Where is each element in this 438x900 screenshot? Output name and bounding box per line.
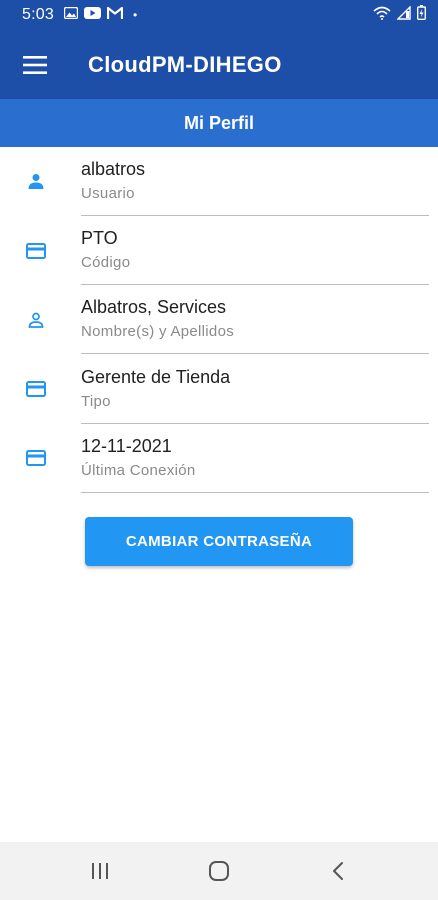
recents-icon[interactable] [70, 842, 130, 900]
field-content: albatros Usuario [81, 147, 429, 216]
field-label: Última Conexión [81, 462, 196, 479]
app-title: CloudPM-DIHEGO [88, 51, 282, 77]
field-label: Tipo [81, 393, 111, 410]
home-icon[interactable] [189, 842, 249, 900]
field-usuario: albatros Usuario [0, 147, 438, 216]
field-nombre: Albatros, Services Nombre(s) y Apellidos [0, 285, 438, 354]
notification-dot: • [132, 8, 138, 22]
card-icon [24, 377, 48, 401]
field-ultima-conexion: 12-11-2021 Última Conexión [0, 424, 438, 493]
card-icon [24, 239, 48, 263]
status-bar: 5:03 • [0, 0, 438, 30]
field-content: 12-11-2021 Última Conexión [81, 424, 429, 493]
system-nav-bar [0, 842, 438, 900]
page-header: Mi Perfil [0, 99, 438, 147]
field-codigo: PTO Código [0, 216, 438, 285]
youtube-icon [83, 6, 101, 24]
wifi-icon [373, 6, 391, 25]
system-icons [373, 4, 426, 25]
field-label: Nombre(s) y Apellidos [81, 323, 235, 340]
field-value: Albatros, Services [81, 297, 227, 317]
status-time: 5:03 [22, 6, 54, 23]
person-outline-icon [24, 308, 48, 332]
field-value: PTO [81, 228, 118, 248]
field-content: Albatros, Services Nombre(s) y Apellidos [81, 285, 429, 354]
signal-icon [396, 4, 411, 25]
person-icon [24, 169, 48, 193]
app-bar: CloudPM-DIHEGO [0, 30, 438, 99]
field-value: 12-11-2021 [81, 436, 172, 456]
field-content: PTO Código [81, 216, 429, 285]
gallery-icon [63, 6, 79, 24]
card-icon [24, 446, 48, 470]
field-label: Usuario [81, 185, 135, 202]
gmail-icon [106, 6, 124, 24]
field-content: Gerente de Tienda Tipo [81, 355, 429, 424]
change-password-label: CAMBIAR CONTRASEÑA [125, 533, 313, 550]
field-value: albatros [81, 159, 146, 179]
notification-icons: • [63, 6, 138, 24]
battery-icon [416, 5, 426, 25]
field-tipo: Gerente de Tienda Tipo [0, 355, 438, 424]
change-password-button[interactable]: CAMBIAR CONTRASEÑA [85, 517, 353, 566]
back-icon[interactable] [308, 842, 368, 900]
field-value: Gerente de Tienda [81, 367, 231, 387]
hamburger-menu-icon[interactable] [0, 30, 70, 99]
field-label: Código [81, 254, 131, 271]
page-title: Mi Perfil [183, 112, 254, 133]
